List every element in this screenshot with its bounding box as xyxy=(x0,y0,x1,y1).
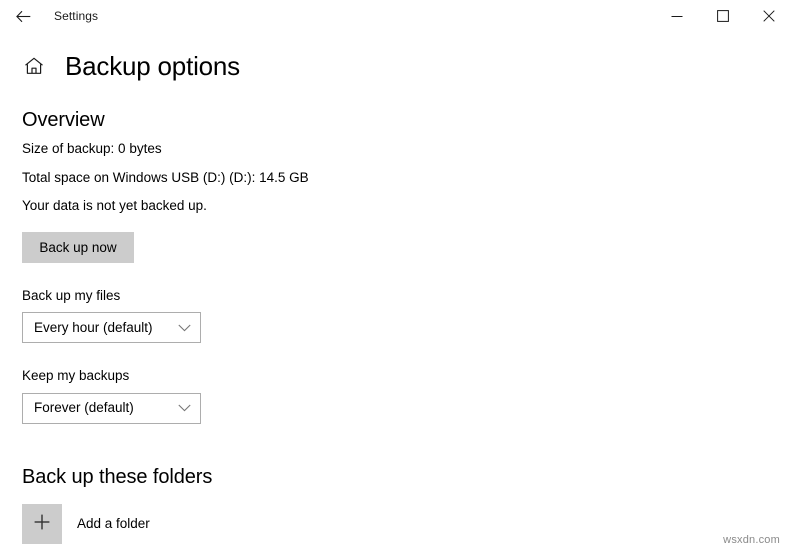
back-up-now-button[interactable]: Back up now xyxy=(22,231,134,263)
settings-content: Overview Size of backup: 0 bytes Total s… xyxy=(0,110,792,544)
backup-size-text: Size of backup: 0 bytes xyxy=(22,141,162,156)
backup-folders-heading: Back up these folders xyxy=(22,465,213,488)
backup-status-text: Your data is not yet backed up. xyxy=(22,198,207,213)
chevron-down-icon xyxy=(177,404,191,412)
arrow-left-icon xyxy=(15,10,31,23)
keep-backups-value: Forever (default) xyxy=(34,400,134,416)
page-title: Backup options xyxy=(65,51,240,81)
titlebar-drag-region xyxy=(98,0,654,32)
minimize-icon xyxy=(671,10,683,22)
backup-frequency-group: Back up my files Every hour (default) xyxy=(22,287,770,343)
page-header: Backup options xyxy=(0,53,792,79)
add-folder-row: Add a folder xyxy=(22,503,770,544)
window-title: Settings xyxy=(54,9,99,23)
total-space-text: Total space on Windows USB (D:) (D:): 14… xyxy=(22,169,309,185)
close-icon xyxy=(763,10,775,22)
overview-heading: Overview xyxy=(22,109,105,131)
watermark: wsxdn.com xyxy=(723,534,780,546)
window-controls xyxy=(654,0,792,32)
maximize-icon xyxy=(717,10,729,22)
minimize-button[interactable] xyxy=(654,0,700,32)
backup-frequency-value: Every hour (default) xyxy=(34,319,153,335)
close-button[interactable] xyxy=(746,0,792,32)
back-button[interactable] xyxy=(0,0,46,32)
maximize-button[interactable] xyxy=(700,0,746,32)
chevron-down-icon xyxy=(177,324,191,332)
plus-icon xyxy=(33,513,51,534)
backup-frequency-label: Back up my files xyxy=(22,287,121,303)
backup-frequency-dropdown[interactable]: Every hour (default) xyxy=(22,312,201,343)
keep-backups-dropdown[interactable]: Forever (default) xyxy=(22,392,201,424)
titlebar: Settings xyxy=(0,0,792,32)
keep-backups-label: Keep my backups xyxy=(22,368,130,383)
keep-backups-group: Keep my backups Forever (default) xyxy=(22,369,770,424)
add-folder-button[interactable] xyxy=(22,503,62,544)
add-folder-label: Add a folder xyxy=(77,515,150,531)
home-icon[interactable] xyxy=(22,54,46,78)
